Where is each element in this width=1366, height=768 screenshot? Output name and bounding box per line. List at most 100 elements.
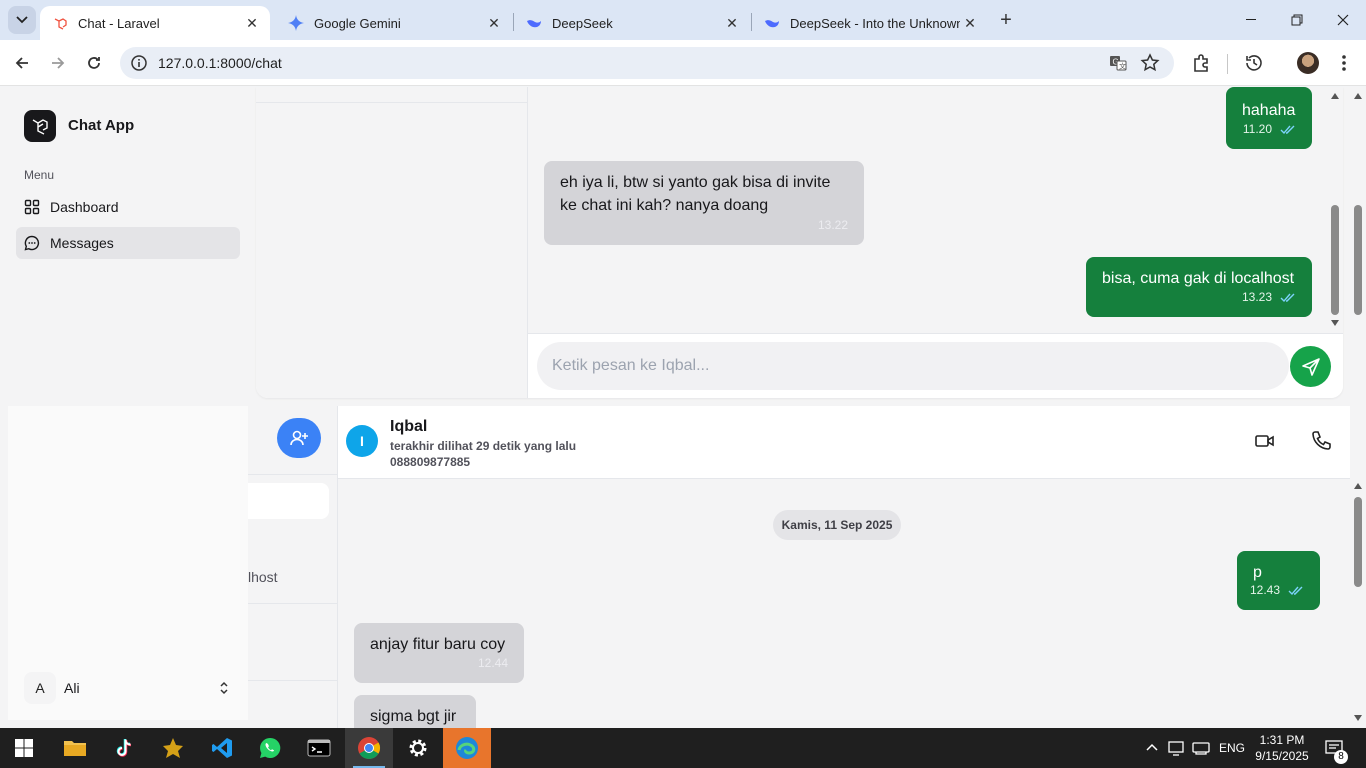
laravel-logo-icon[interactable] xyxy=(24,110,56,142)
conversation-preview[interactable]: lhost xyxy=(248,569,278,585)
taskbar-chrome[interactable] xyxy=(345,728,393,768)
taskbar-clock[interactable]: 1:31 PM 9/15/2025 xyxy=(1252,732,1312,764)
taskbar-terminal[interactable] xyxy=(295,728,343,768)
svg-text:文: 文 xyxy=(1119,62,1126,71)
close-tab-icon[interactable]: ✕ xyxy=(484,13,504,33)
puzzle-icon xyxy=(1194,54,1208,72)
taskbar-settings[interactable] xyxy=(394,728,442,768)
new-tab-button[interactable]: + xyxy=(994,8,1018,32)
scroll-up-icon[interactable] xyxy=(1331,93,1339,99)
back-button[interactable] xyxy=(8,49,36,77)
message-text: sigma bgt jir xyxy=(370,708,457,725)
display-icon[interactable] xyxy=(1168,740,1186,756)
message-meta: 12.44 xyxy=(478,652,508,675)
deepseek-favicon-icon xyxy=(764,15,780,31)
tab-title: Chat - Laravel xyxy=(78,15,160,31)
taskbar-edge[interactable] xyxy=(443,728,491,768)
chevron-down-icon xyxy=(16,16,28,24)
taskbar-game-app[interactable] xyxy=(149,728,197,768)
close-tab-icon[interactable]: ✕ xyxy=(960,13,980,33)
user-plus-icon xyxy=(290,430,308,446)
scroll-down-icon[interactable] xyxy=(1331,320,1339,326)
phone-call-icon[interactable] xyxy=(1310,430,1332,452)
tab-chat-laravel[interactable]: Chat - Laravel ✕ xyxy=(40,6,270,40)
page-scrollbar[interactable] xyxy=(1350,87,1366,728)
site-info-icon[interactable] xyxy=(130,54,148,72)
tab-search-button[interactable] xyxy=(8,6,36,34)
start-button[interactable] xyxy=(0,728,48,768)
history-icon xyxy=(1246,55,1262,71)
tab-deepseek[interactable]: DeepSeek ✕ xyxy=(514,6,750,40)
tab-title: DeepSeek - Into the Unknown xyxy=(790,15,960,31)
close-tab-icon[interactable]: ✕ xyxy=(242,13,262,33)
chat-scrollbar-upper[interactable] xyxy=(1327,87,1343,333)
taskbar-whatsapp[interactable] xyxy=(246,728,294,768)
send-button[interactable] xyxy=(1290,346,1331,387)
close-tab-icon[interactable]: ✕ xyxy=(722,13,742,33)
scroll-up-icon[interactable] xyxy=(1354,93,1362,99)
grid-icon xyxy=(24,199,40,215)
message-input[interactable] xyxy=(537,342,1289,390)
sidebar-item-dashboard[interactable]: Dashboard xyxy=(16,191,240,223)
search-input[interactable] xyxy=(248,483,329,519)
add-contact-button[interactable] xyxy=(277,418,321,458)
tab-title: DeepSeek xyxy=(552,15,613,31)
network-icon[interactable] xyxy=(1192,741,1210,755)
message-text: eh iya li, btw si yanto gak bisa di invi… xyxy=(560,174,831,214)
app-brand-name[interactable]: Chat App xyxy=(68,117,134,134)
send-icon xyxy=(1301,357,1320,376)
double-check-icon xyxy=(1288,586,1303,595)
gear-icon xyxy=(409,739,427,757)
message-bubble-outgoing: hahaha 11.20 xyxy=(1226,87,1312,149)
close-window-button[interactable] xyxy=(1320,0,1366,40)
menu-section-label: Menu xyxy=(24,168,55,182)
scrollbar-thumb[interactable] xyxy=(1354,497,1362,587)
list-divider xyxy=(248,603,337,604)
tab-deepseek-into-the-unknown[interactable]: DeepSeek - Into the Unknown ✕ xyxy=(752,6,988,40)
message-time: 13.22 xyxy=(817,218,848,232)
chevron-up-icon[interactable] xyxy=(1146,743,1158,751)
message-time: 12.43 xyxy=(1249,583,1280,597)
language-indicator[interactable]: ENG xyxy=(1219,741,1245,755)
address-bar[interactable]: 127.0.0.1:8000/chat G文 xyxy=(120,47,1174,79)
scroll-up-icon[interactable] xyxy=(1354,483,1362,489)
contact-phone: 088809877885 xyxy=(390,455,471,469)
extensions-button[interactable] xyxy=(1190,52,1212,74)
taskbar-vscode[interactable] xyxy=(198,728,246,768)
message-icon xyxy=(24,235,40,251)
user-menu[interactable]: A Ali xyxy=(24,672,240,704)
game-character-icon xyxy=(163,738,183,758)
restore-button[interactable] xyxy=(1274,0,1320,40)
sidebar-item-label: Dashboard xyxy=(50,199,119,215)
tab-google-gemini[interactable]: Google Gemini ✕ xyxy=(276,6,512,40)
reload-button[interactable] xyxy=(80,49,108,77)
scroll-down-icon[interactable] xyxy=(1354,715,1362,721)
translate-icon[interactable]: G文 xyxy=(1108,53,1128,73)
scrollbar-thumb[interactable] xyxy=(1331,205,1339,315)
message-bubble-incoming: sigma bgt jir xyxy=(354,695,476,728)
chevrons-up-down-icon xyxy=(220,681,228,695)
minimize-button[interactable] xyxy=(1228,0,1274,40)
taskbar-file-explorer[interactable] xyxy=(51,728,99,768)
video-call-icon[interactable] xyxy=(1254,430,1276,452)
clock-date: 9/15/2025 xyxy=(1255,749,1309,763)
clock-time: 1:31 PM xyxy=(1259,733,1305,747)
message-bubble-outgoing: p 12.43 xyxy=(1237,551,1320,610)
taskbar-tiktok[interactable] xyxy=(100,728,148,768)
browser-menu-button[interactable] xyxy=(1334,52,1354,74)
forward-button[interactable] xyxy=(44,49,72,77)
user-name: Ali xyxy=(64,680,80,696)
message-time: 13.23 xyxy=(1241,290,1272,304)
profile-avatar[interactable] xyxy=(1297,52,1319,74)
bookmark-star-icon[interactable] xyxy=(1140,53,1160,73)
history-button[interactable] xyxy=(1243,52,1265,74)
contact-avatar[interactable]: I xyxy=(346,425,378,457)
double-check-icon xyxy=(1280,125,1295,134)
windows-taskbar: ENG 8 xyxy=(0,728,1366,768)
date-separator: Kamis, 11 Sep 2025 xyxy=(773,510,901,540)
scrollbar-thumb[interactable] xyxy=(1354,205,1362,315)
browser-tab-bar: Chat - Laravel ✕ Google Gemini ✕ DeepSee… xyxy=(0,0,1366,40)
avatar: A xyxy=(24,672,56,704)
sidebar-item-messages[interactable]: Messages xyxy=(16,227,240,259)
url-text[interactable]: 127.0.0.1:8000/chat xyxy=(158,55,282,71)
